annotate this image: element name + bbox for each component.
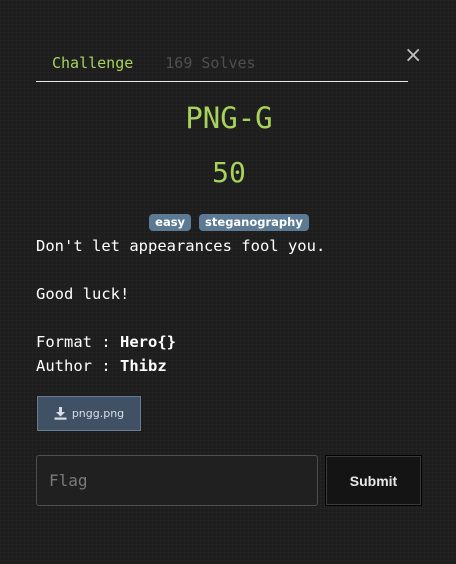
- tab-solves[interactable]: 169 Solves: [149, 50, 271, 81]
- challenge-modal: × Challenge 169 Solves PNG-G 50 easy ste…: [0, 0, 456, 564]
- file-name: pngg.png: [71, 407, 125, 420]
- tab-challenge[interactable]: Challenge: [36, 50, 149, 81]
- author-line: Author : Thibz: [36, 354, 422, 378]
- tag-easy: easy: [149, 214, 192, 231]
- description-line: Don't let appearances fool you.: [36, 237, 326, 255]
- tag-steganography: steganography: [199, 214, 309, 231]
- description-line: [36, 258, 422, 282]
- flag-input[interactable]: [36, 455, 318, 506]
- format-label: Format :: [36, 333, 120, 351]
- description-line: [36, 306, 422, 330]
- challenge-points: 50: [212, 156, 246, 189]
- submit-button[interactable]: Submit: [325, 455, 422, 506]
- format-value: Hero{}: [120, 333, 176, 351]
- challenge-title: PNG-G: [185, 101, 273, 135]
- format-line: Format : Hero{}: [36, 330, 422, 354]
- description-line: Good luck!: [36, 285, 130, 303]
- challenge-tags: easy steganography: [36, 214, 422, 231]
- challenge-description: Don't let appearances fool you. Good luc…: [36, 234, 422, 378]
- author-label: Author :: [36, 357, 120, 375]
- file-download-button[interactable]: pngg.png: [36, 395, 142, 432]
- author-value: Thibz: [120, 357, 167, 375]
- download-icon: [54, 407, 67, 420]
- modal-tabs: Challenge 169 Solves: [36, 50, 408, 82]
